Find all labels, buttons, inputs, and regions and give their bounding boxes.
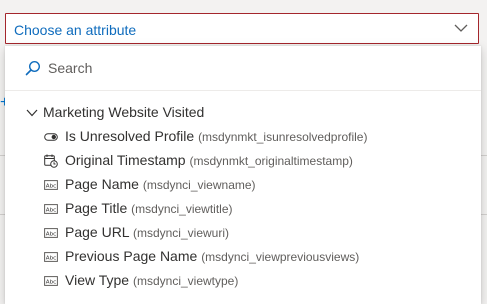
item-text: Page URL (msdynci_viewuri): [65, 224, 229, 240]
list-item[interactable]: Is Unresolved Profile (msdynmkt_isunreso…: [5, 127, 481, 149]
text-field-icon: Abc: [44, 252, 58, 262]
item-text: Page Title (msdynci_viewtitle): [65, 200, 233, 216]
item-text: View Type (msdynci_viewtype): [65, 272, 238, 288]
list-item[interactable]: Abc Page URL (msdynci_viewuri): [5, 223, 481, 245]
item-label: View Type: [65, 272, 130, 288]
item-code: (msdynmkt_isunresolvedprofile): [198, 130, 368, 144]
item-label: Page Title: [65, 200, 128, 216]
item-code: (msdynci_viewuri): [132, 226, 229, 240]
search-divider: [5, 90, 481, 91]
item-text: Page Name (msdynci_viewname): [65, 176, 256, 192]
list-item[interactable]: Abc Page Title (msdynci_viewtitle): [5, 199, 481, 221]
list-item[interactable]: Abc Page Name (msdynci_viewname): [5, 175, 481, 197]
svg-text:Abc: Abc: [46, 256, 56, 262]
attribute-select-placeholder: Choose an attribute: [14, 22, 137, 38]
calendar-clock-icon: [44, 154, 58, 168]
attribute-select[interactable]: Choose an attribute: [5, 13, 479, 44]
item-code: (msdynci_viewtitle): [131, 202, 233, 216]
text-field-icon: Abc: [44, 180, 58, 190]
attribute-dropdown: Search Marketing Website Visited Is Unre…: [5, 46, 481, 304]
item-text: Original Timestamp (msdynmkt_originaltim…: [65, 152, 353, 168]
toggle-icon: [44, 133, 58, 141]
search-input[interactable]: Search: [48, 60, 92, 76]
text-field-icon: Abc: [44, 228, 58, 238]
item-text: Is Unresolved Profile (msdynmkt_isunreso…: [65, 128, 367, 144]
item-label: Is Unresolved Profile: [65, 128, 195, 144]
group-header[interactable]: Marketing Website Visited: [5, 103, 481, 125]
list-item[interactable]: Abc Previous Page Name (msdynci_viewprev…: [5, 247, 481, 269]
item-code: (msdynci_viewtype): [132, 274, 239, 288]
chevron-down-icon[interactable]: [454, 23, 468, 33]
chevron-down-icon[interactable]: [26, 108, 38, 118]
list-item[interactable]: Original Timestamp (msdynmkt_originaltim…: [5, 151, 481, 173]
item-code: (msdynci_viewpreviousviews): [201, 250, 360, 264]
group-label: Marketing Website Visited: [43, 104, 205, 120]
svg-text:Abc: Abc: [46, 208, 56, 214]
item-code: (msdynci_viewname): [142, 178, 256, 192]
item-label: Previous Page Name: [65, 248, 198, 264]
item-code: (msdynmkt_originaltimestamp): [189, 154, 353, 168]
search-icon: [25, 60, 41, 76]
text-field-icon: Abc: [44, 204, 58, 214]
item-label: Original Timestamp: [65, 152, 186, 168]
text-field-icon: Abc: [44, 276, 58, 286]
list-item[interactable]: Abc View Type (msdynci_viewtype): [5, 271, 481, 293]
item-text: Previous Page Name (msdynci_viewprevious…: [65, 248, 359, 264]
item-label: Page Name: [65, 176, 139, 192]
svg-text:Abc: Abc: [46, 232, 56, 238]
svg-text:Abc: Abc: [46, 184, 56, 190]
svg-text:Abc: Abc: [46, 280, 56, 286]
item-label: Page URL: [65, 224, 130, 240]
search-box[interactable]: Search: [5, 46, 481, 90]
